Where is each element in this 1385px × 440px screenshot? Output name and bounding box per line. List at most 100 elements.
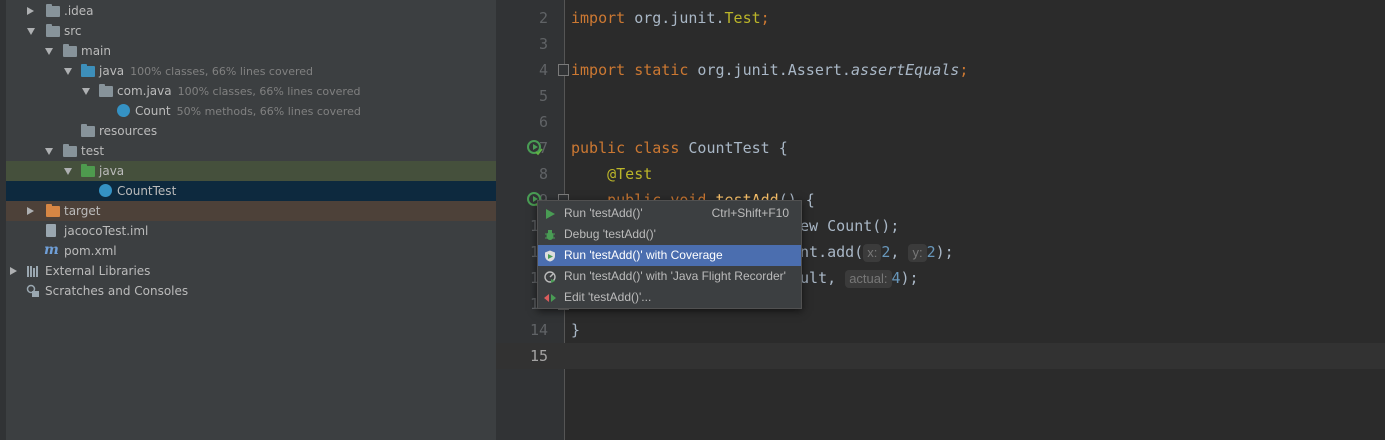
tree-item-external-libraries[interactable]: External Libraries bbox=[6, 261, 496, 281]
folder-icon bbox=[46, 4, 60, 17]
menu-item-label: Run 'testAdd()' with 'Java Flight Record… bbox=[564, 269, 786, 283]
code-line-8: @Test bbox=[571, 161, 652, 187]
collapse-arrow-icon[interactable] bbox=[82, 88, 90, 95]
tree-item-label: target bbox=[64, 204, 101, 218]
tree-item-count-class[interactable]: Count 50% methods, 66% lines covered bbox=[6, 101, 496, 121]
tree-item-label: resources bbox=[99, 124, 158, 138]
code-line-12: sult, actual: 4); bbox=[791, 265, 919, 291]
collapse-arrow-icon[interactable] bbox=[64, 68, 72, 75]
menu-item-label: Edit 'testAdd()'... bbox=[564, 290, 652, 304]
collapse-arrow-icon[interactable] bbox=[64, 168, 72, 175]
number-literal: 2 bbox=[926, 243, 936, 261]
coverage-summary: 50% methods, 66% lines covered bbox=[176, 105, 361, 118]
tree-item-counttest[interactable]: CountTest bbox=[6, 181, 496, 201]
expand-arrow-icon[interactable] bbox=[27, 207, 34, 215]
tree-item-label: Scratches and Consoles bbox=[45, 284, 189, 298]
coverage-icon bbox=[545, 250, 555, 262]
tree-item-label: jacocoTest.iml bbox=[64, 224, 149, 238]
menu-item-label: Debug 'testAdd()' bbox=[564, 227, 656, 241]
tree-item-iml[interactable]: jacocoTest.iml bbox=[6, 221, 496, 241]
code-line-4: import static org.junit.Assert.assertEqu… bbox=[571, 57, 968, 83]
collapse-arrow-icon[interactable] bbox=[27, 28, 35, 35]
number-literal: 4 bbox=[891, 269, 901, 287]
tree-item-package[interactable]: com.java 100% classes, 66% lines covered bbox=[6, 81, 496, 101]
edit-config-icon bbox=[544, 294, 556, 302]
tree-item-label: pom.xml bbox=[64, 244, 117, 258]
code-fragment: ); bbox=[900, 269, 919, 287]
run-context-menu: Run 'testAdd()' Ctrl+Shift+F10 Debug 'te… bbox=[537, 200, 802, 309]
code-line-2: import org.junit.Test; bbox=[571, 5, 770, 31]
code-fragment: ); bbox=[935, 243, 954, 261]
package-name: org.junit. bbox=[625, 9, 725, 27]
code-fragment: ew Count(); bbox=[800, 217, 900, 235]
line-number: 14 bbox=[529, 321, 548, 339]
code-line-14: } bbox=[571, 317, 580, 343]
line-number: 2 bbox=[538, 9, 548, 27]
code-line-7: public class CountTest { bbox=[571, 135, 788, 161]
parameter-hint: actual: bbox=[845, 270, 892, 288]
menu-item-run-with-profiler[interactable]: Run 'testAdd()' with 'Java Flight Record… bbox=[538, 266, 801, 287]
tree-item-main-java[interactable]: java 100% classes, 66% lines covered bbox=[6, 61, 496, 81]
scratches-icon bbox=[26, 284, 39, 297]
tree-item-label: Count bbox=[135, 104, 171, 118]
tree-item-idea[interactable]: .idea bbox=[6, 1, 496, 21]
tree-item-main[interactable]: main bbox=[6, 41, 496, 61]
tree-item-label: src bbox=[64, 24, 82, 38]
semicolon: ; bbox=[760, 9, 770, 27]
parameter-hint: x: bbox=[863, 244, 882, 262]
tree-item-test[interactable]: test bbox=[6, 141, 496, 161]
class-declaration: CountTest { bbox=[679, 139, 788, 157]
tree-item-label: main bbox=[81, 44, 111, 58]
maven-icon: m bbox=[44, 242, 59, 258]
coverage-summary: 100% classes, 66% lines covered bbox=[130, 65, 314, 78]
line-number: 4 bbox=[538, 61, 548, 79]
keyword: import static bbox=[571, 61, 689, 79]
folder-icon bbox=[63, 44, 77, 57]
tree-item-label: test bbox=[81, 144, 105, 158]
parameter-hint: y: bbox=[908, 244, 927, 262]
tree-item-test-java[interactable]: java bbox=[6, 161, 496, 181]
menu-item-shortcut: Ctrl+Shift+F10 bbox=[711, 206, 789, 220]
tree-item-src[interactable]: src bbox=[6, 21, 496, 41]
package-name: org.junit.Assert. bbox=[688, 61, 851, 79]
folder-icon bbox=[46, 24, 60, 37]
tree-item-resources[interactable]: resources bbox=[6, 121, 496, 141]
package-icon bbox=[99, 84, 113, 97]
menu-item-edit-configuration[interactable]: Edit 'testAdd()'... bbox=[538, 287, 801, 308]
project-tree-panel: .idea src main java 100% classes, 66% lin… bbox=[0, 0, 496, 440]
tree-item-label: java bbox=[99, 64, 125, 78]
class-ref: Test bbox=[724, 9, 761, 27]
fold-marker-icon[interactable] bbox=[558, 64, 569, 76]
code-line-10: new Count(); bbox=[791, 213, 899, 239]
menu-item-run[interactable]: Run 'testAdd()' Ctrl+Shift+F10 bbox=[538, 203, 801, 224]
expand-arrow-icon[interactable] bbox=[10, 267, 17, 275]
source-folder-icon bbox=[81, 64, 95, 77]
tree-item-target[interactable]: target bbox=[6, 201, 496, 221]
keyword: import bbox=[571, 9, 626, 27]
menu-item-debug[interactable]: Debug 'testAdd()' bbox=[538, 224, 801, 245]
class-icon bbox=[117, 104, 130, 117]
test-class-icon bbox=[99, 184, 112, 197]
tree-item-pom[interactable]: m pom.xml bbox=[6, 241, 496, 261]
menu-item-run-with-coverage[interactable]: Run 'testAdd()' with Coverage bbox=[538, 245, 801, 266]
test-folder-icon bbox=[81, 164, 95, 177]
tree-item-label: .idea bbox=[64, 4, 94, 18]
tree-item-label: java bbox=[99, 164, 125, 178]
menu-item-label: Run 'testAdd()' bbox=[564, 206, 643, 220]
annotation: @Test bbox=[607, 165, 653, 183]
line-number: 3 bbox=[538, 35, 548, 53]
collapse-arrow-icon[interactable] bbox=[45, 48, 53, 55]
line-number: 8 bbox=[538, 165, 548, 183]
closing-brace: } bbox=[571, 321, 581, 339]
expand-arrow-icon[interactable] bbox=[27, 7, 34, 15]
current-line-number: 15 bbox=[529, 347, 548, 365]
excluded-folder-icon bbox=[46, 204, 60, 217]
collapse-arrow-icon[interactable] bbox=[45, 148, 53, 155]
keyword: public class bbox=[571, 139, 680, 157]
tree-item-scratches[interactable]: Scratches and Consoles bbox=[6, 281, 496, 301]
tree-item-label: External Libraries bbox=[45, 264, 151, 278]
run-test-class-icon[interactable] bbox=[527, 140, 543, 156]
tree-item-label: com.java bbox=[117, 84, 172, 98]
profiler-icon bbox=[544, 271, 556, 283]
debug-icon bbox=[545, 230, 555, 240]
